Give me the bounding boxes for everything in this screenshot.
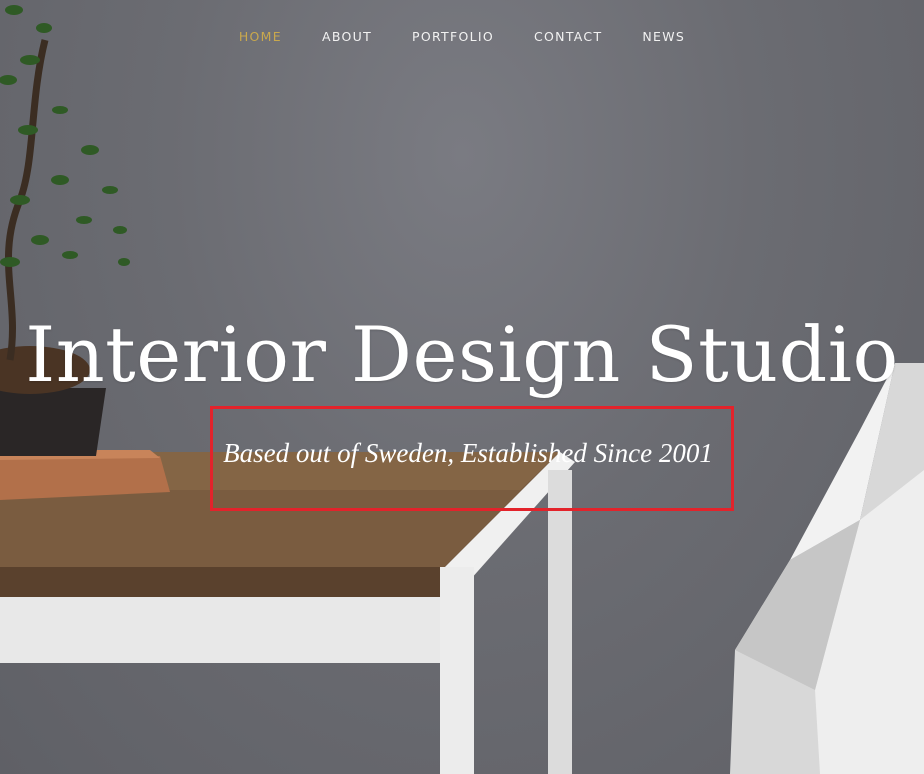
hero-title: Interior Design Studio — [25, 310, 899, 399]
nav-about-link[interactable]: ABOUT — [302, 29, 392, 44]
hero-subtitle: Based out of Sweden, Established Since 2… — [223, 438, 713, 468]
main-nav: HOME ABOUT PORTFOLIO CONTACT NEWS — [0, 0, 924, 72]
nav-portfolio-link[interactable]: PORTFOLIO — [392, 29, 514, 44]
nav-contact-link[interactable]: CONTACT — [514, 29, 622, 44]
nav-home-link[interactable]: HOME — [219, 29, 302, 44]
nav-news-link[interactable]: NEWS — [622, 29, 705, 44]
